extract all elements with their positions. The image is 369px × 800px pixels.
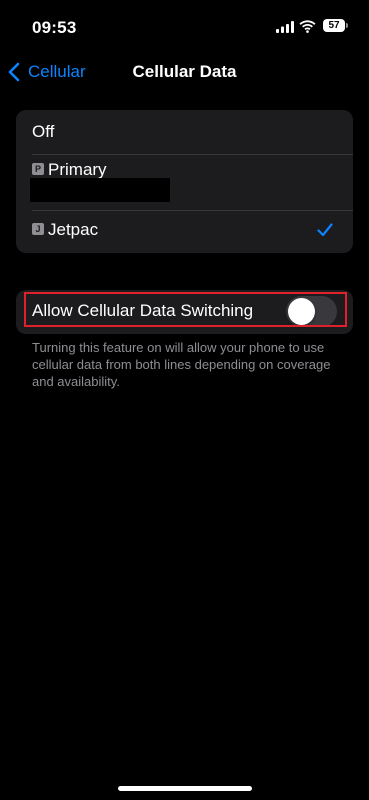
data-switching-footer: Turning this feature on will allow your … xyxy=(32,340,331,389)
back-button[interactable]: Cellular xyxy=(8,58,86,86)
line-badge-primary: P xyxy=(32,162,44,175)
line-option-label: Primary xyxy=(48,160,107,179)
line-option-off[interactable]: Off xyxy=(16,110,353,154)
signal-icon xyxy=(276,21,294,33)
line-badge-jetpac: J xyxy=(32,222,44,235)
chevron-left-icon xyxy=(8,62,20,82)
battery-icon: 57 xyxy=(323,19,349,33)
line-selection-group: Off P Primary J Jetpac xyxy=(16,110,353,253)
status-time: 09:53 xyxy=(32,18,77,37)
line-option-label: Jetpac xyxy=(48,220,99,239)
line-option-primary[interactable]: P Primary xyxy=(16,154,353,210)
home-indicator[interactable] xyxy=(118,786,252,791)
wifi-icon xyxy=(299,20,316,33)
data-switching-toggle[interactable] xyxy=(286,296,337,327)
status-bar: 09:53 57 xyxy=(0,0,369,54)
checkmark-icon xyxy=(317,223,333,237)
battery-cap xyxy=(346,23,348,28)
line-option-label-wrap: P Primary xyxy=(32,160,107,180)
back-button-label: Cellular xyxy=(28,62,86,81)
redacted-phone-number xyxy=(30,178,170,202)
line-option-jetpac[interactable]: J Jetpac xyxy=(16,210,353,253)
data-switching-group: Allow Cellular Data Switching xyxy=(16,290,353,334)
data-switching-label: Allow Cellular Data Switching xyxy=(32,301,254,320)
battery-level: 57 xyxy=(323,19,345,32)
line-option-label-wrap: J Jetpac xyxy=(32,220,98,240)
line-option-label: Off xyxy=(32,122,55,141)
toggle-knob xyxy=(288,298,315,325)
